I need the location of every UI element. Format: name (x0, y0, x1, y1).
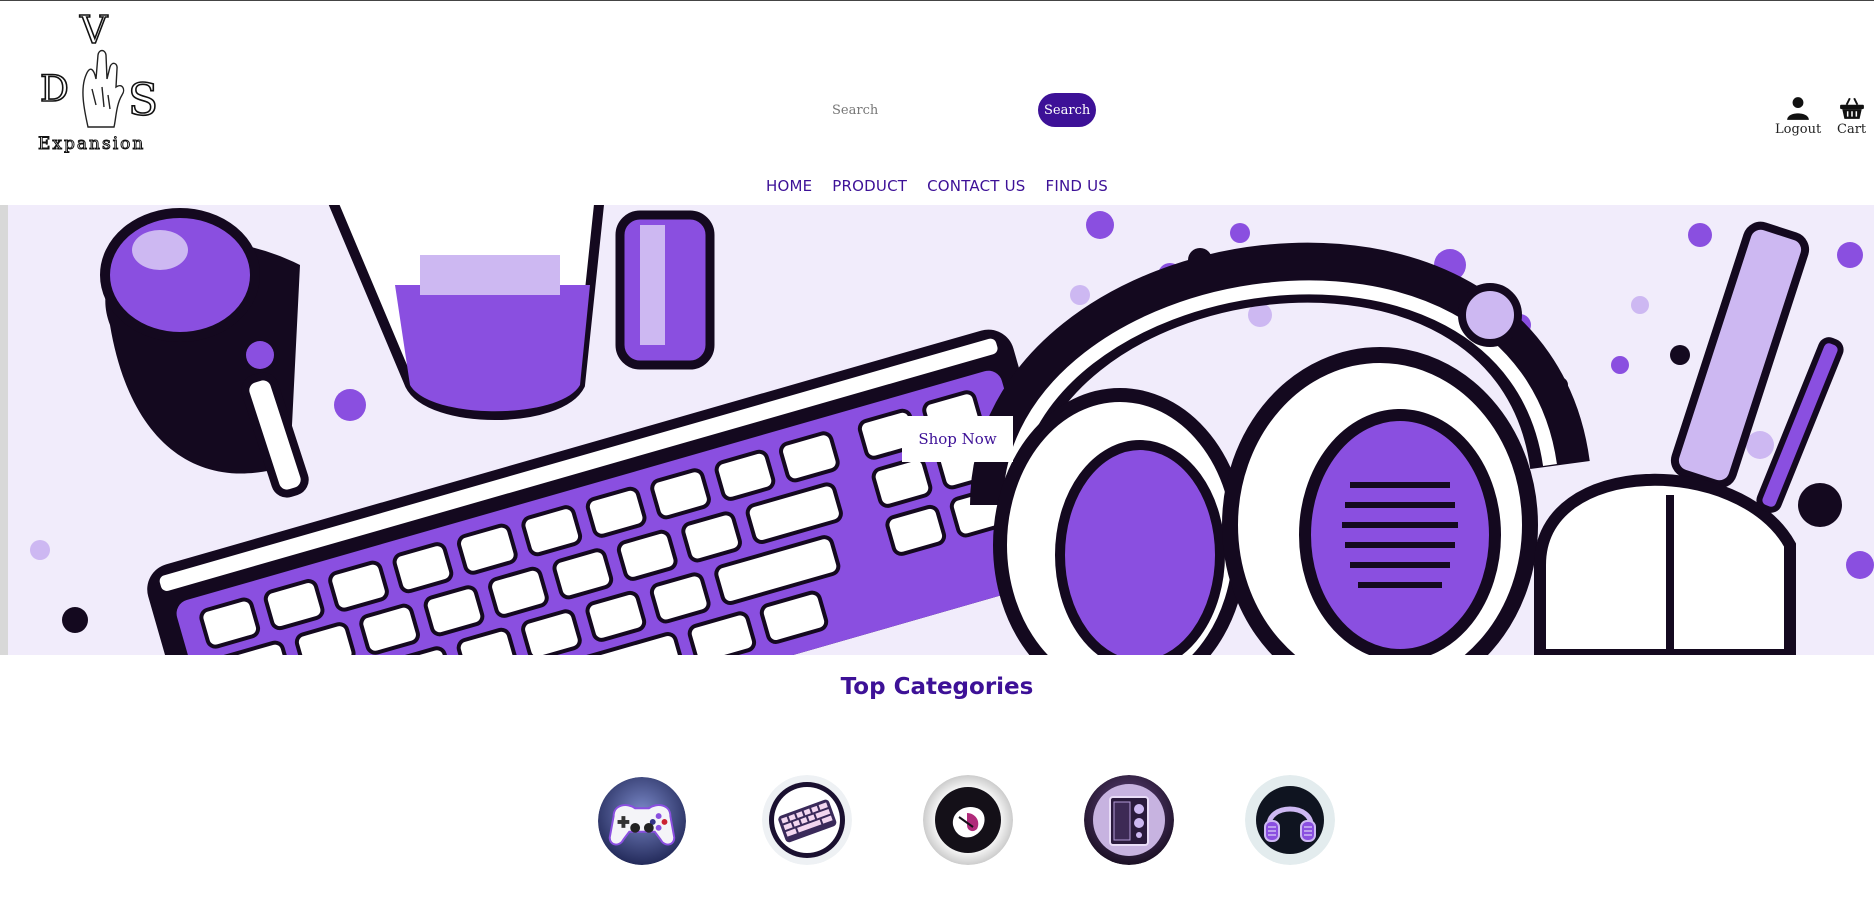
search-bar: Search (822, 93, 1096, 127)
cart-label: Cart (1837, 122, 1867, 137)
basket-icon (1839, 97, 1864, 119)
hand-sketch-icon (82, 49, 125, 128)
category-list (0, 775, 1874, 869)
logout-label: Logout (1775, 122, 1822, 137)
category-gamepad[interactable] (598, 777, 686, 865)
logo-letter-d: D (40, 69, 69, 110)
nav-contact-us[interactable]: CONTACT US (927, 177, 1025, 195)
headset-icon (1245, 775, 1335, 865)
shop-now-button[interactable]: Shop Now (902, 416, 1013, 462)
logo-letter-v: V (79, 9, 108, 52)
mouse-icon (923, 775, 1013, 865)
logo-graphic: V D S Expansion (38, 7, 159, 154)
category-pc-case[interactable] (1084, 775, 1174, 865)
hero-banner: Shop Now (0, 205, 1874, 655)
nav-product[interactable]: PRODUCT (832, 177, 907, 195)
category-headset[interactable] (1245, 775, 1335, 865)
nav-home[interactable]: HOME (766, 177, 812, 195)
category-mouse[interactable] (923, 775, 1013, 865)
category-keyboard[interactable] (762, 775, 852, 865)
site-logo[interactable]: V D S Expansion (36, 7, 166, 154)
gamepad-icon (598, 777, 686, 865)
pc-case-icon (1084, 775, 1174, 865)
search-button[interactable]: Search (1038, 93, 1096, 127)
logout-link[interactable]: Logout (1775, 95, 1821, 137)
nav-find-us[interactable]: FIND US (1046, 177, 1109, 195)
main-nav: HOME PRODUCT CONTACT US FIND US (0, 177, 1874, 195)
search-input[interactable] (822, 94, 1032, 126)
user-icon (1787, 97, 1809, 120)
logo-subtitle: Expansion (38, 134, 145, 153)
top-categories-title: Top Categories (840, 674, 1034, 700)
logo-letter-s: S (128, 75, 158, 126)
cart-link[interactable]: Cart (1837, 95, 1866, 137)
keyboard-icon (762, 775, 852, 865)
